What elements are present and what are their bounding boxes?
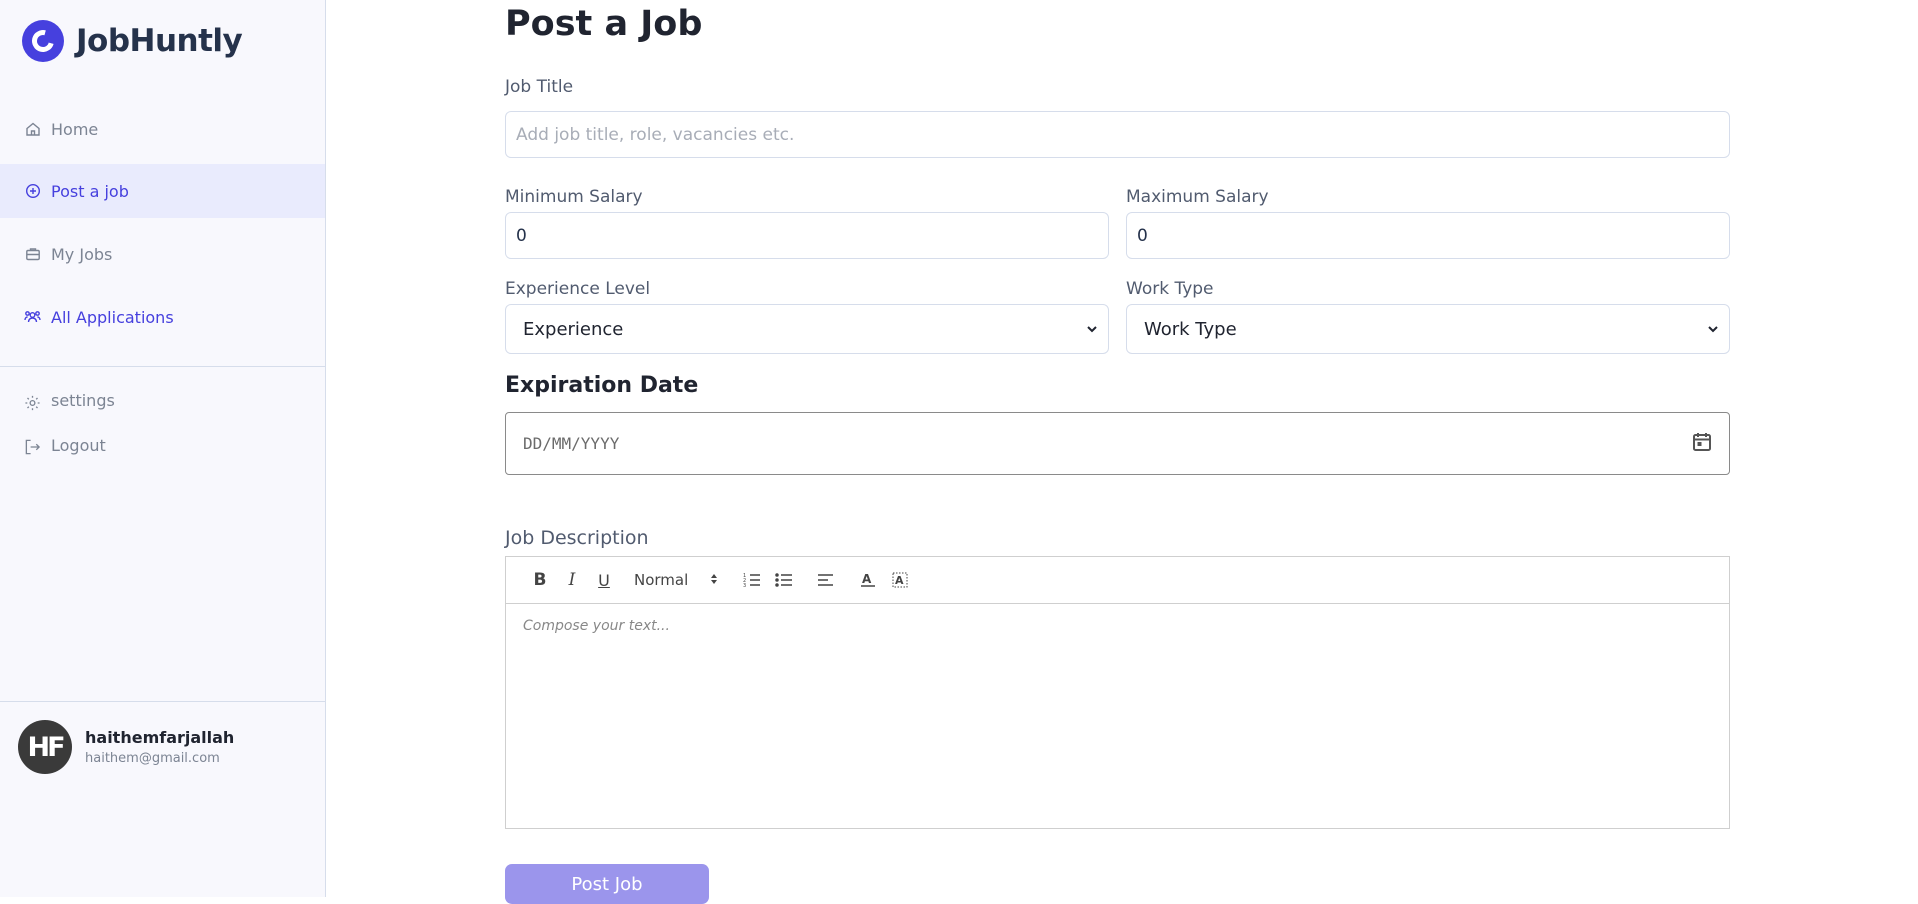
rich-text-editor: B I U Normal 123 A A Compose your text..… <box>505 556 1730 829</box>
sidebar-item-label: All Applications <box>51 307 174 327</box>
sidebar-item-label: Logout <box>51 435 106 455</box>
background-color-icon[interactable]: A <box>884 567 916 593</box>
sidebar-item-label: settings <box>51 390 115 410</box>
max-salary-label: Maximum Salary <box>1126 187 1269 207</box>
chevron-down-icon <box>1707 319 1719 340</box>
underline-button[interactable]: U <box>588 567 620 593</box>
editor-toolbar: B I U Normal 123 A A <box>506 557 1729 604</box>
sidebar-item-home[interactable]: Home <box>0 102 325 156</box>
job-description-label: Job Description <box>505 527 649 549</box>
editor-body[interactable]: Compose your text... <box>506 604 1729 648</box>
plus-circle-icon <box>24 183 41 200</box>
heading-select-value: Normal <box>634 571 689 589</box>
chevron-down-icon <box>1086 319 1098 340</box>
sort-arrows-icon <box>710 571 718 589</box>
briefcase-icon <box>24 246 41 263</box>
users-icon <box>24 309 41 326</box>
job-title-input[interactable]: Add job title, role, vacancies etc. <box>505 111 1730 158</box>
user-email: haithem@gmail.com <box>85 751 220 766</box>
work-type-select[interactable]: Work Type <box>1126 304 1730 354</box>
post-job-button[interactable]: Post Job <box>505 864 709 904</box>
work-type-label: Work Type <box>1126 279 1214 299</box>
sidebar-item-logout[interactable]: Logout <box>0 418 325 472</box>
ordered-list-icon[interactable]: 123 <box>736 567 768 593</box>
sidebar-item-my-jobs[interactable]: My Jobs <box>0 227 325 281</box>
sidebar-item-label: Home <box>51 119 99 139</box>
min-salary-label: Minimum Salary <box>505 187 643 207</box>
heading-select[interactable]: Normal <box>634 571 718 589</box>
expiration-date-input[interactable]: DD/MM/YYYY <box>505 412 1730 475</box>
brand-logo[interactable]: JobHuntly <box>22 20 243 62</box>
max-salary-input[interactable]: 0 <box>1126 212 1730 259</box>
sidebar-divider-bottom <box>0 701 325 702</box>
bold-button[interactable]: B <box>524 567 556 593</box>
svg-text:A: A <box>895 574 904 587</box>
calendar-icon[interactable] <box>1691 431 1713 457</box>
experience-level-label: Experience Level <box>505 279 651 299</box>
experience-level-value: Experience <box>523 318 624 340</box>
text-color-icon[interactable]: A <box>852 567 884 593</box>
svg-text:3: 3 <box>743 583 746 588</box>
sidebar-divider <box>0 366 325 367</box>
page-title: Post a Job <box>505 4 703 44</box>
sidebar: JobHuntly Home Post a job My Jobs All Ap… <box>0 0 326 897</box>
expiration-date-heading: Expiration Date <box>505 373 699 398</box>
work-type-value: Work Type <box>1144 318 1237 340</box>
align-left-icon[interactable] <box>810 567 842 593</box>
italic-button[interactable]: I <box>556 567 588 593</box>
gear-icon <box>24 395 41 412</box>
sidebar-item-all-applications[interactable]: All Applications <box>0 290 325 344</box>
svg-text:A: A <box>862 572 872 586</box>
sidebar-item-label: My Jobs <box>51 244 113 264</box>
min-salary-input[interactable]: 0 <box>505 212 1109 259</box>
user-profile[interactable]: HF haithemfarjallah haithem@gmail.com <box>18 720 234 774</box>
sidebar-item-post-a-job[interactable]: Post a job <box>0 164 325 218</box>
bullet-list-icon[interactable] <box>768 567 800 593</box>
home-icon <box>24 121 41 138</box>
date-placeholder: DD/MM/YYYY <box>523 434 620 453</box>
sidebar-item-label: Post a job <box>51 181 129 201</box>
logout-icon <box>24 439 41 456</box>
experience-level-select[interactable]: Experience <box>505 304 1109 354</box>
job-title-label: Job Title <box>505 77 574 97</box>
avatar: HF <box>18 720 72 774</box>
user-name: haithemfarjallah <box>85 728 235 747</box>
brand-name: JobHuntly <box>76 23 243 59</box>
logo-icon <box>22 20 64 62</box>
